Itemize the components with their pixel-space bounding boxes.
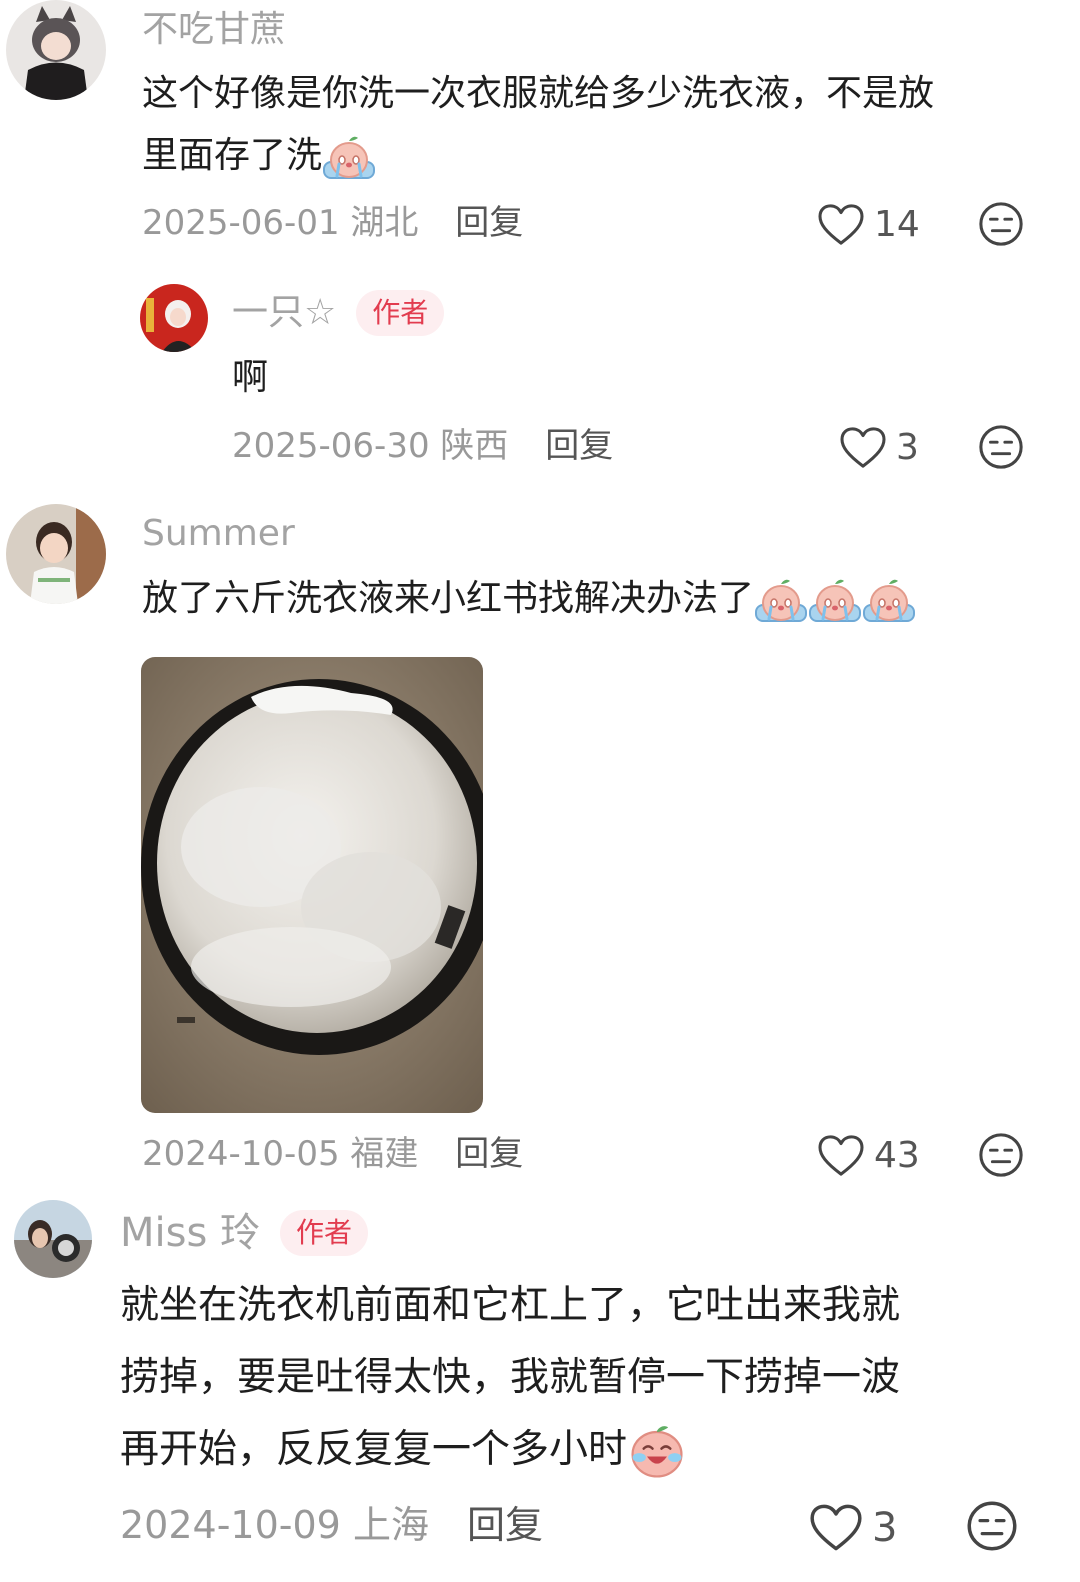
reply-button[interactable]: 回复: [455, 203, 523, 243]
crying-emoji: [808, 575, 862, 625]
comment-location: 陕西: [440, 426, 509, 466]
dislike-button[interactable]: [966, 1500, 1018, 1552]
author-badge: 作者: [280, 1210, 369, 1256]
avatar-image: [6, 0, 106, 100]
like-button[interactable]: 3: [840, 427, 919, 469]
laugh-cry-emoji: [627, 1424, 687, 1480]
neutral-face-icon: [978, 424, 1024, 470]
avatar-image: [14, 1200, 92, 1278]
like-button[interactable]: 14: [818, 204, 920, 246]
comment-text: 啊: [232, 357, 269, 398]
comment-location: 福建: [350, 1134, 419, 1174]
dislike-button[interactable]: [978, 201, 1024, 247]
comment-username[interactable]: Summer: [142, 514, 295, 554]
crying-emoji: [322, 132, 376, 182]
comment-header: Miss 玲 作者: [120, 1210, 369, 1256]
comment-header: 一只☆ 作者: [232, 290, 445, 336]
avatar[interactable]: [14, 1200, 92, 1278]
avatar[interactable]: [6, 504, 106, 604]
like-count: 43: [874, 1135, 920, 1176]
comment-text-line: 再开始，反反复复一个多小时: [120, 1414, 900, 1486]
comment-location: 上海: [352, 1503, 429, 1547]
author-badge: 作者: [356, 290, 445, 336]
reply-button[interactable]: 回复: [455, 1134, 523, 1174]
reply-button[interactable]: 回复: [545, 426, 613, 466]
comment-meta: 2024-10-09 上海 回复: [120, 1502, 543, 1548]
comment-meta: 2025-06-30 陕西 回复: [232, 426, 613, 466]
heart-icon: [818, 1135, 864, 1177]
comment-text-line: 捞掉，要是吐得太快，我就暂停一下捞掉一波: [120, 1355, 901, 1400]
washing-machine-foam-photo: [141, 657, 483, 1113]
comment-text-line: 这个好像是你洗一次衣服就给多少洗衣液，不是放: [142, 73, 935, 114]
avatar[interactable]: [140, 284, 208, 352]
heart-icon: [810, 1504, 862, 1552]
comment-date: 2025-06-30: [232, 426, 430, 466]
comment-date: 2025-06-01: [142, 203, 340, 243]
comment-date: 2024-10-09: [120, 1503, 341, 1547]
like-count: 3: [896, 427, 919, 468]
comment-username[interactable]: Miss 玲: [120, 1210, 260, 1256]
avatar[interactable]: [6, 0, 106, 100]
comment-meta: 2024-10-05 福建 回复: [142, 1134, 523, 1174]
comment-username[interactable]: 一只☆: [232, 293, 336, 333]
comment-date: 2024-10-05: [142, 1134, 340, 1174]
comment-image[interactable]: [141, 657, 483, 1113]
neutral-face-icon: [966, 1500, 1018, 1552]
comment-text: 这个好像是你洗一次衣服就给多少洗衣液，不是放 里面存了洗: [142, 63, 934, 187]
neutral-face-icon: [978, 201, 1024, 247]
like-button[interactable]: 3: [810, 1504, 897, 1552]
neutral-face-icon: [978, 1132, 1024, 1178]
avatar-image: [6, 504, 106, 604]
comment-text-line: 里面存了洗: [142, 125, 934, 187]
comment-text-line: 就坐在洗衣机前面和它杠上了，它吐出来我就: [120, 1283, 901, 1328]
dislike-button[interactable]: [978, 1132, 1024, 1178]
comment-location: 湖北: [350, 203, 419, 243]
comment-meta: 2025-06-01 湖北 回复: [142, 203, 523, 243]
like-count: 14: [874, 204, 920, 245]
heart-icon: [840, 427, 886, 469]
reply-button[interactable]: 回复: [467, 1503, 543, 1547]
like-count: 3: [872, 1505, 898, 1551]
comment-text: 就坐在洗衣机前面和它杠上了，它吐出来我就 捞掉，要是吐得太快，我就暂停一下捞掉一…: [120, 1270, 900, 1486]
comment-username[interactable]: 不吃甘蔗: [142, 10, 286, 50]
crying-emoji: [754, 575, 808, 625]
like-button[interactable]: 43: [818, 1135, 920, 1177]
heart-icon: [818, 204, 864, 246]
dislike-button[interactable]: [978, 424, 1024, 470]
comment-text: 放了六斤洗衣液来小红书找解决办法了: [142, 568, 916, 630]
avatar-image: [140, 284, 208, 352]
crying-emoji: [862, 575, 916, 625]
